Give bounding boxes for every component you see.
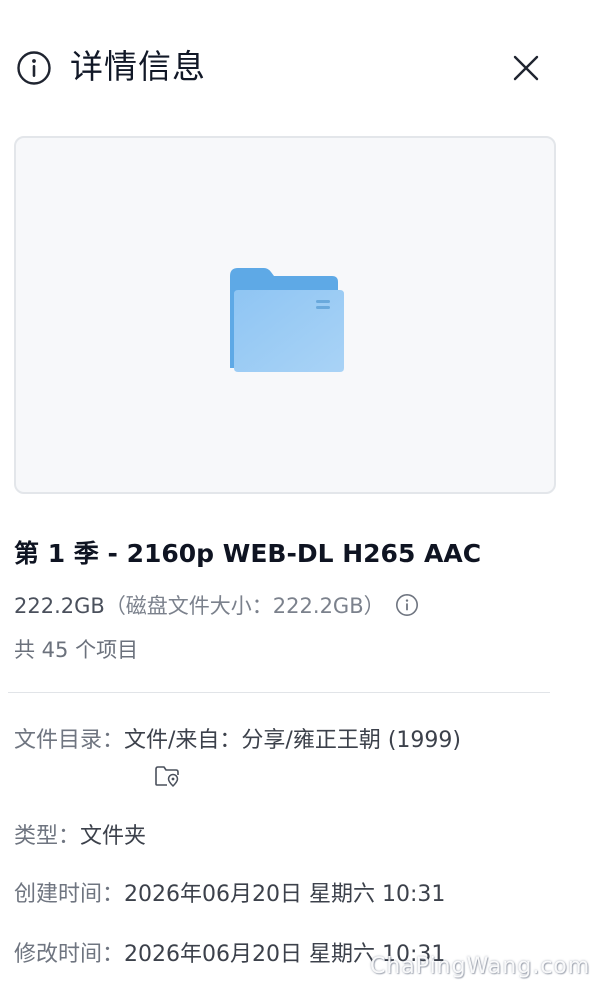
- folder-icon: [230, 268, 344, 372]
- created-label: 创建时间：: [14, 882, 125, 907]
- close-icon[interactable]: [510, 52, 542, 84]
- created-row: 创建时间：2026年06月20日 星期六 10:31: [14, 878, 445, 912]
- details-panel: 详情信息 第 1 季 - 2160p WEB-DL H265 AAC 222.2…: [0, 0, 602, 984]
- directory-row: 文件目录：文件/来自：分享/雍正王朝 (1999): [14, 724, 461, 758]
- directory-value: 文件/来自：分享/雍正王朝 (1999): [124, 728, 461, 753]
- locate-folder-icon[interactable]: [154, 764, 180, 788]
- disk-size-note: （磁盘文件大小：222.2GB）: [104, 594, 385, 618]
- info-icon[interactable]: [395, 593, 419, 617]
- info-circle-icon: [17, 51, 51, 85]
- type-row: 类型：文件夹: [14, 820, 146, 854]
- type-label: 类型：: [14, 824, 81, 849]
- divider: [8, 692, 550, 693]
- modified-label: 修改时间：: [14, 942, 125, 967]
- created-value: 2026年06月20日 星期六 10:31: [124, 882, 446, 907]
- type-value: 文件夹: [80, 824, 147, 849]
- preview-card: [14, 136, 556, 494]
- item-size: 222.2GB: [14, 594, 105, 618]
- item-name: 第 1 季 - 2160p WEB-DL H265 AAC: [14, 539, 482, 568]
- watermark: ChaPingWang.com: [370, 954, 591, 979]
- panel-header: 详情信息: [16, 44, 556, 92]
- size-row: 222.2GB（磁盘文件大小：222.2GB）: [14, 589, 419, 623]
- panel-title: 详情信息: [70, 47, 206, 86]
- item-count: 共 45 个项目: [14, 638, 139, 662]
- directory-label: 文件目录：: [14, 728, 125, 753]
